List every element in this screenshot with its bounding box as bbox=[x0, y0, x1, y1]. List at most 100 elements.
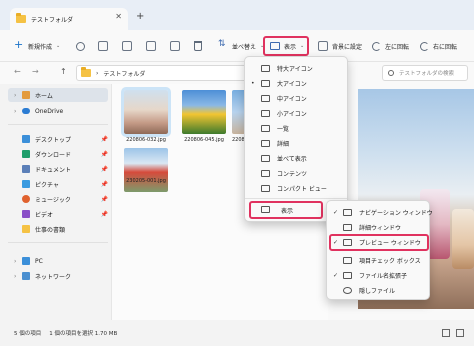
sidebar-item-videos[interactable]: ビデオ 📌 bbox=[8, 207, 108, 221]
menu-item-details-pane[interactable]: 詳細ウィンドウ bbox=[331, 220, 427, 235]
menu-item-tiles[interactable]: 並べて表示 bbox=[249, 151, 345, 166]
rotate-left-icon bbox=[372, 41, 381, 51]
menu-item-extra-large-icons[interactable]: 特大アイコン bbox=[249, 61, 345, 76]
new-button[interactable]: 新規作成 ⌄ bbox=[14, 38, 60, 54]
sort-button-label: 並べ替え bbox=[232, 43, 257, 51]
rotate-right-button[interactable]: 右に回転 bbox=[420, 38, 457, 54]
check-icon: ✓ bbox=[333, 239, 339, 246]
sidebar-item-pictures[interactable]: ピクチャ 📌 bbox=[8, 177, 108, 191]
selection-info: 1 個の項目を選択 1.70 MB bbox=[49, 331, 118, 337]
sidebar-item-home[interactable]: › ホーム bbox=[8, 88, 108, 102]
rename-button[interactable] bbox=[146, 38, 156, 54]
view-button[interactable]: 表示 ⌄ bbox=[263, 36, 309, 56]
sidebar-item-music[interactable]: ミュージック 📌 bbox=[8, 192, 108, 206]
paste-icon bbox=[122, 41, 132, 51]
cut-icon bbox=[76, 41, 85, 51]
menu-item-show[interactable]: 表示 › bbox=[249, 201, 343, 219]
search-input[interactable]: テストフォルダの検索 bbox=[382, 65, 468, 81]
tab-test-folder[interactable]: テストフォルダ ✕ bbox=[10, 8, 128, 30]
divider bbox=[8, 124, 108, 125]
file-thumbnail[interactable] bbox=[182, 90, 226, 134]
menu-item-navigation-pane[interactable]: ✓ ナビゲーション ウィンドウ bbox=[331, 205, 433, 220]
command-bar: 新規作成 ⌄ 並べ替え ⌄ 表示 ⌄ 背景に設定 左に回転 右に回転 bbox=[0, 30, 474, 62]
check-icon: ✓ bbox=[333, 209, 339, 216]
sort-button[interactable]: 並べ替え ⌄ bbox=[218, 38, 264, 54]
sidebar-item-pc[interactable]: › PC bbox=[8, 254, 108, 268]
folder-icon bbox=[81, 67, 91, 77]
details-view-icon[interactable] bbox=[442, 329, 450, 337]
menu-item-compact-view[interactable]: コンパクト ビュー bbox=[249, 181, 345, 196]
new-tab-icon[interactable]: + bbox=[136, 12, 144, 22]
rotate-left-label: 左に回転 bbox=[385, 43, 410, 51]
sidebar-item-downloads[interactable]: ダウンロード 📌 bbox=[8, 147, 108, 161]
expand-icon[interactable]: › bbox=[14, 258, 16, 265]
menu-item-small-icons[interactable]: 小アイコン bbox=[249, 106, 345, 121]
sidebar-item-work-docs[interactable]: 仕事の書類 bbox=[8, 222, 108, 236]
desktop-icon bbox=[22, 135, 30, 143]
pin-icon: 📌 bbox=[100, 135, 108, 143]
details-icon bbox=[261, 140, 270, 147]
sort-icon bbox=[218, 39, 228, 51]
file-extension-icon bbox=[343, 272, 352, 279]
menu-item-large-icons[interactable]: • 大アイコン bbox=[249, 76, 345, 91]
menu-item-content[interactable]: コンテンツ bbox=[249, 166, 345, 181]
menu-item-preview-pane[interactable]: ✓ プレビュー ウィンドウ bbox=[329, 234, 429, 251]
sidebar-item-label: PC bbox=[35, 257, 43, 265]
tab-close-icon[interactable]: ✕ bbox=[115, 12, 122, 21]
check-icon: ✓ bbox=[333, 272, 339, 279]
sidebar-item-network[interactable]: › ネットワーク bbox=[8, 269, 108, 283]
menu-item-medium-icons[interactable]: 中アイコン bbox=[249, 91, 345, 106]
file-thumbnail[interactable] bbox=[121, 87, 171, 137]
expand-icon[interactable]: › bbox=[14, 273, 16, 280]
forward-icon[interactable]: → bbox=[32, 67, 39, 76]
music-icon bbox=[22, 195, 30, 203]
back-icon[interactable]: ← bbox=[14, 67, 21, 76]
expand-icon[interactable]: › bbox=[14, 108, 16, 115]
sunflower-image bbox=[182, 90, 226, 134]
sidebar-item-onedrive[interactable]: › OneDrive bbox=[8, 104, 108, 118]
menu-item-file-extensions[interactable]: ✓ ファイル名拡張子 bbox=[331, 268, 427, 283]
sidebar-item-documents[interactable]: ドキュメント 📌 bbox=[8, 162, 108, 176]
up-icon[interactable]: ↑ bbox=[60, 67, 67, 76]
sidebar-item-label: ネットワーク bbox=[35, 273, 72, 281]
extra-large-icons-icon bbox=[261, 65, 270, 72]
copy-button[interactable] bbox=[98, 38, 108, 54]
selected-bullet: • bbox=[251, 80, 255, 87]
share-icon bbox=[170, 41, 180, 51]
file-name[interactable]: 220806-045.jpg bbox=[178, 137, 230, 143]
breadcrumb[interactable]: テストフォルダ bbox=[103, 69, 145, 78]
menu-item-hidden-files[interactable]: 隠しファイル bbox=[331, 283, 427, 298]
menu-item-label: 一覧 bbox=[277, 126, 290, 133]
menu-item-details[interactable]: 詳細 bbox=[249, 136, 345, 151]
rotate-left-button[interactable]: 左に回転 bbox=[372, 38, 409, 54]
share-button[interactable] bbox=[170, 38, 180, 54]
menu-item-label: 項目チェック ボックス bbox=[359, 258, 421, 265]
file-explorer-window: テストフォルダ ✕ + 新規作成 ⌄ 並べ替え ⌄ 表示 ⌄ 背景に設定 bbox=[0, 0, 474, 346]
pc-icon bbox=[22, 257, 30, 265]
status-bar: 5 個の項目 1 個の項目を選択 1.70 MB bbox=[0, 320, 474, 346]
expand-icon[interactable]: › bbox=[14, 92, 16, 99]
file-thumbnail[interactable] bbox=[124, 148, 168, 192]
paste-button[interactable] bbox=[122, 38, 132, 54]
menu-item-list[interactable]: 一覧 bbox=[249, 121, 345, 136]
chevron-down-icon: ⌄ bbox=[56, 43, 61, 49]
video-icon bbox=[22, 210, 30, 218]
address-bar-row: ← → ↑ › テストフォルダ テストフォルダの検索 bbox=[0, 62, 474, 84]
preview-pane-icon bbox=[343, 239, 352, 246]
file-name[interactable]: 220806-032.jpg bbox=[120, 137, 172, 143]
folder-icon bbox=[22, 225, 30, 233]
delete-button[interactable] bbox=[194, 38, 202, 54]
cut-button[interactable] bbox=[76, 38, 85, 54]
set-wallpaper-button[interactable]: 背景に設定 bbox=[318, 38, 362, 54]
list-icon bbox=[261, 125, 270, 132]
file-name[interactable]: 230205-001.jpg bbox=[120, 178, 172, 184]
rotate-right-icon bbox=[420, 41, 429, 51]
pin-icon: 📌 bbox=[100, 195, 108, 203]
thumbnail-view-icon[interactable] bbox=[456, 329, 464, 337]
eye-icon bbox=[343, 287, 352, 294]
wallpaper-icon bbox=[318, 41, 328, 51]
sidebar-item-desktop[interactable]: デスクトップ 📌 bbox=[8, 132, 108, 146]
folder-icon bbox=[16, 13, 26, 23]
menu-item-item-checkboxes[interactable]: 項目チェック ボックス bbox=[331, 253, 427, 268]
divider bbox=[245, 198, 347, 199]
